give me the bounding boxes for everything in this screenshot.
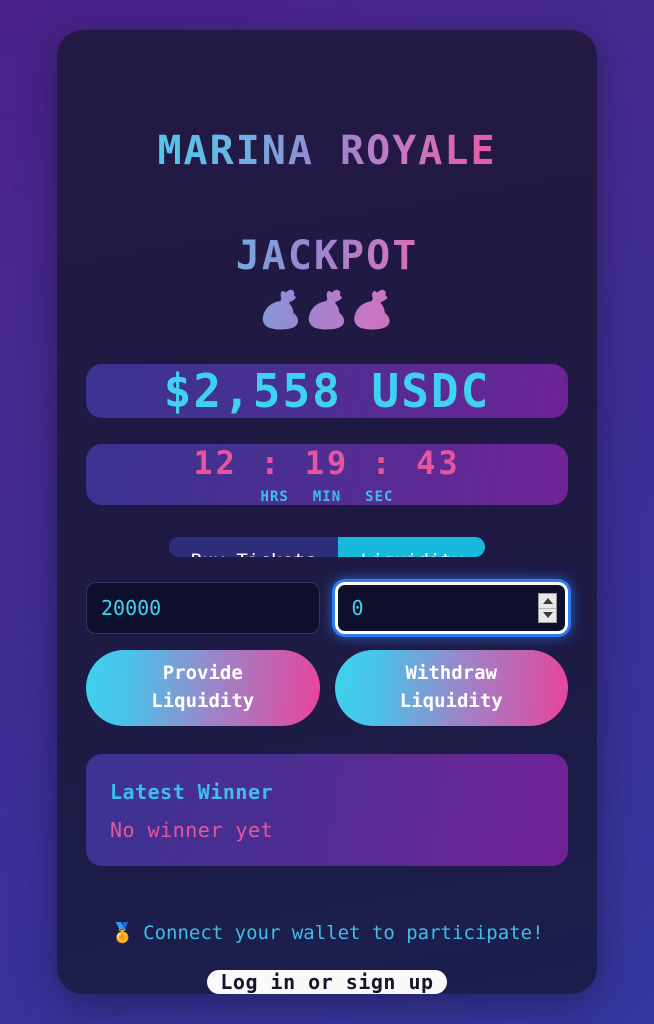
provide-liquidity-button[interactable]: Provide Liquidity <box>86 650 320 726</box>
page-title: MARINA ROYALE JACKPOT 💰💰💰 <box>157 72 496 336</box>
inputs-row <box>86 582 568 634</box>
medal-icon: 🏅 <box>110 921 135 944</box>
latest-winner-panel: Latest Winner No winner yet <box>86 754 568 866</box>
latest-winner-value: No winner yet <box>110 818 274 842</box>
jackpot-card: MARINA ROYALE JACKPOT 💰💰💰 $2,558 USDC 12… <box>57 30 597 994</box>
connect-wallet-note: 🏅 Connect your wallet to participate! <box>110 922 543 944</box>
countdown-digits: 12 : 19 : 43 <box>193 443 461 482</box>
latest-winner-heading: Latest Winner <box>110 780 274 804</box>
spinner-down-button[interactable] <box>539 609 556 623</box>
tab-liquidity[interactable]: Liquidity <box>338 536 486 557</box>
jackpot-amount: $2,558 USDC <box>163 363 491 418</box>
label-seconds: SEC <box>365 488 394 505</box>
jackpot-panel: $2,558 USDC <box>86 363 568 418</box>
label-hours: HRS <box>260 488 289 505</box>
countdown-labels: HRS MIN SEC <box>261 489 394 505</box>
shares-input[interactable] <box>334 582 568 634</box>
shares-field-wrapper <box>334 582 568 634</box>
number-spinner[interactable] <box>538 593 557 623</box>
countdown-panel: 12 : 19 : 43 HRS MIN SEC <box>86 443 568 505</box>
amount-field-wrapper <box>86 582 320 634</box>
tab-buy-tickets[interactable]: Buy Tickets <box>168 536 339 557</box>
chevron-up-icon <box>542 597 553 604</box>
label-minutes: MIN <box>312 488 342 505</box>
withdraw-liquidity-button[interactable]: Withdraw Liquidity <box>334 650 568 726</box>
amount-input[interactable] <box>86 582 320 634</box>
chevron-down-icon <box>542 612 553 619</box>
spinner-up-button[interactable] <box>539 594 556 609</box>
title-line-2: JACKPOT <box>235 233 419 280</box>
title-line-1: MARINA ROYALE <box>157 127 497 174</box>
money-bag-icon: 💰💰💰 <box>258 290 396 332</box>
actions-row: Provide Liquidity Withdraw Liquidity <box>86 650 568 726</box>
mode-tabs: Buy Tickets Liquidity <box>168 536 486 557</box>
connect-wallet-text: Connect your wallet to participate! <box>143 922 544 944</box>
login-signup-button[interactable]: Log in or sign up <box>207 970 447 994</box>
